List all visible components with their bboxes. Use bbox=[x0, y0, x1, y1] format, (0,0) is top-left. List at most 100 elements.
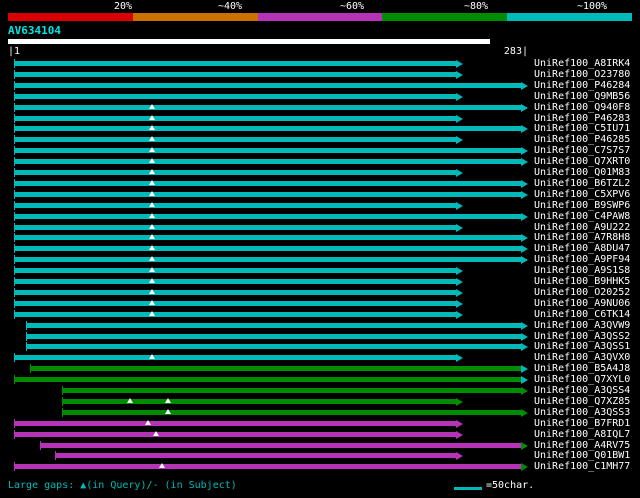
hit-label[interactable]: UniRef100_A3QSS1 bbox=[534, 341, 630, 352]
hit-label[interactable]: UniRef100_B9SWP6 bbox=[534, 200, 630, 211]
hit-label[interactable]: UniRef100_A9U222 bbox=[534, 222, 630, 233]
hit-label[interactable]: UniRef100_A3QSS3 bbox=[534, 407, 630, 418]
alignment-row: UniRef100_A3QSS2 bbox=[0, 331, 640, 342]
hit-bar[interactable] bbox=[26, 322, 521, 328]
hit-bar[interactable] bbox=[14, 213, 521, 219]
hit-label[interactable]: UniRef100_A7R8H8 bbox=[534, 232, 630, 243]
hit-arrow bbox=[521, 212, 528, 221]
hit-label[interactable]: UniRef100_C7S7S7 bbox=[534, 145, 630, 156]
hit-bar[interactable] bbox=[14, 311, 456, 317]
hit-label[interactable]: UniRef100_C6TK14 bbox=[534, 309, 630, 320]
hit-bar[interactable] bbox=[14, 279, 456, 284]
hit-bar[interactable] bbox=[14, 191, 521, 197]
hit-bar[interactable] bbox=[14, 355, 456, 361]
hit-bar[interactable] bbox=[14, 71, 456, 77]
hit-bar[interactable] bbox=[14, 235, 521, 241]
hit-bar[interactable] bbox=[14, 148, 521, 154]
hit-bar[interactable] bbox=[14, 420, 456, 426]
hit-label[interactable]: UniRef100_A8DU47 bbox=[534, 243, 630, 254]
alignment-row: UniRef100_Q9MB56 bbox=[0, 91, 640, 102]
hit-label[interactable]: UniRef100_A8IQL7 bbox=[534, 429, 630, 440]
alignment-row: UniRef100_B7FRD1 bbox=[0, 418, 640, 429]
hit-arrow bbox=[456, 354, 463, 363]
large-gap-marker bbox=[149, 169, 155, 174]
hit-label[interactable]: UniRef100_C4PAW8 bbox=[534, 211, 630, 222]
hit-bar[interactable] bbox=[26, 344, 521, 350]
hit-label[interactable]: UniRef100_A8IRK4 bbox=[534, 58, 630, 69]
large-gap-marker bbox=[149, 212, 155, 218]
hit-bar[interactable] bbox=[14, 159, 521, 165]
scale-segment-red bbox=[8, 13, 133, 21]
hit-bar[interactable] bbox=[14, 289, 456, 295]
hit-bar[interactable] bbox=[62, 409, 521, 415]
hit-arrow bbox=[456, 419, 463, 428]
hit-bar[interactable] bbox=[62, 388, 521, 393]
hit-label[interactable]: UniRef100_Q01BW1 bbox=[534, 450, 630, 461]
hit-label[interactable]: UniRef100_B7FRD1 bbox=[534, 418, 630, 429]
hit-label[interactable]: UniRef100_Q7XRT0 bbox=[534, 156, 630, 167]
large-gap-marker bbox=[159, 463, 165, 469]
alignment-row: UniRef100_A3QVW9 bbox=[0, 320, 640, 331]
hit-label[interactable]: UniRef100_Q7XZ85 bbox=[534, 396, 630, 407]
hit-bar[interactable] bbox=[14, 104, 521, 110]
hit-label[interactable]: UniRef100_B5A4J8 bbox=[534, 363, 630, 374]
hit-bar[interactable] bbox=[14, 268, 456, 274]
large-gap-marker bbox=[149, 310, 155, 316]
hit-label[interactable]: UniRef100_Q7XYL0 bbox=[534, 374, 630, 385]
hit-bar[interactable] bbox=[14, 61, 456, 66]
hit-label[interactable]: UniRef100_A3QSS2 bbox=[534, 331, 630, 342]
hit-label[interactable]: UniRef100_C5XPV6 bbox=[534, 189, 630, 200]
hit-bar[interactable] bbox=[30, 366, 521, 372]
hit-bar[interactable] bbox=[40, 442, 521, 448]
alignment-row: UniRef100_C5XPV6 bbox=[0, 189, 640, 200]
hit-bar[interactable] bbox=[14, 170, 456, 175]
hit-label[interactable]: UniRef100_P46283 bbox=[534, 113, 630, 124]
hit-arrow bbox=[456, 169, 463, 177]
hit-bar[interactable] bbox=[14, 300, 456, 306]
hit-arrow bbox=[456, 201, 463, 210]
hit-label[interactable]: UniRef100_A4RV75 bbox=[534, 440, 630, 451]
hit-bar[interactable] bbox=[14, 257, 521, 263]
alignment-row: UniRef100_A9U222 bbox=[0, 222, 640, 233]
hit-label[interactable]: UniRef100_A9PF94 bbox=[534, 254, 630, 265]
alignment-row: UniRef100_B5A4J8 bbox=[0, 363, 640, 374]
hit-arrow bbox=[456, 310, 463, 319]
hit-label[interactable]: UniRef100_A3QVW9 bbox=[534, 320, 630, 331]
hit-label[interactable]: UniRef100_A9S1S8 bbox=[534, 265, 630, 276]
hit-arrow bbox=[456, 136, 463, 145]
hit-bar[interactable] bbox=[14, 202, 456, 208]
hit-bar[interactable] bbox=[14, 224, 456, 230]
hit-label[interactable]: UniRef100_Q9MB56 bbox=[534, 91, 630, 102]
hit-bar[interactable] bbox=[14, 431, 456, 437]
hit-bar[interactable] bbox=[26, 333, 521, 339]
hit-label[interactable]: UniRef100_Q940F8 bbox=[534, 102, 630, 113]
hit-bar[interactable] bbox=[14, 137, 456, 143]
hit-label[interactable]: UniRef100_O20252 bbox=[534, 287, 630, 298]
large-gap-marker bbox=[145, 419, 151, 425]
hit-bar[interactable] bbox=[14, 464, 521, 470]
hit-label[interactable]: UniRef100_Q01M83 bbox=[534, 167, 630, 178]
hit-label[interactable]: UniRef100_A9NU06 bbox=[534, 298, 630, 309]
hit-label[interactable]: UniRef100_A3QVX0 bbox=[534, 352, 630, 363]
hit-bar[interactable] bbox=[14, 180, 521, 186]
hit-label[interactable]: UniRef100_B9HHK5 bbox=[534, 276, 630, 287]
hit-label[interactable]: UniRef100_O23780 bbox=[534, 69, 630, 80]
hit-bar[interactable] bbox=[14, 246, 521, 252]
large-gap-marker bbox=[149, 147, 155, 153]
hit-bar[interactable] bbox=[14, 115, 456, 121]
hit-bar[interactable] bbox=[14, 126, 521, 132]
hit-label[interactable]: UniRef100_B6TZL2 bbox=[534, 178, 630, 189]
hit-label[interactable]: UniRef100_A3QSS4 bbox=[534, 385, 630, 396]
hit-label[interactable]: UniRef100_P46285 bbox=[534, 134, 630, 145]
hit-bar[interactable] bbox=[55, 453, 456, 459]
hit-arrow bbox=[456, 430, 463, 439]
hit-label[interactable]: UniRef100_P46284 bbox=[534, 80, 630, 91]
hit-label[interactable]: UniRef100_C5IU71 bbox=[534, 123, 630, 134]
hit-bar[interactable] bbox=[14, 93, 456, 99]
hit-label[interactable]: UniRef100_C1MH77 bbox=[534, 461, 630, 472]
hit-bar[interactable] bbox=[62, 398, 456, 404]
hit-bar[interactable] bbox=[14, 82, 521, 88]
hit-bar[interactable] bbox=[14, 377, 521, 383]
hit-arrow bbox=[521, 256, 528, 265]
hit-arrow bbox=[521, 81, 528, 90]
